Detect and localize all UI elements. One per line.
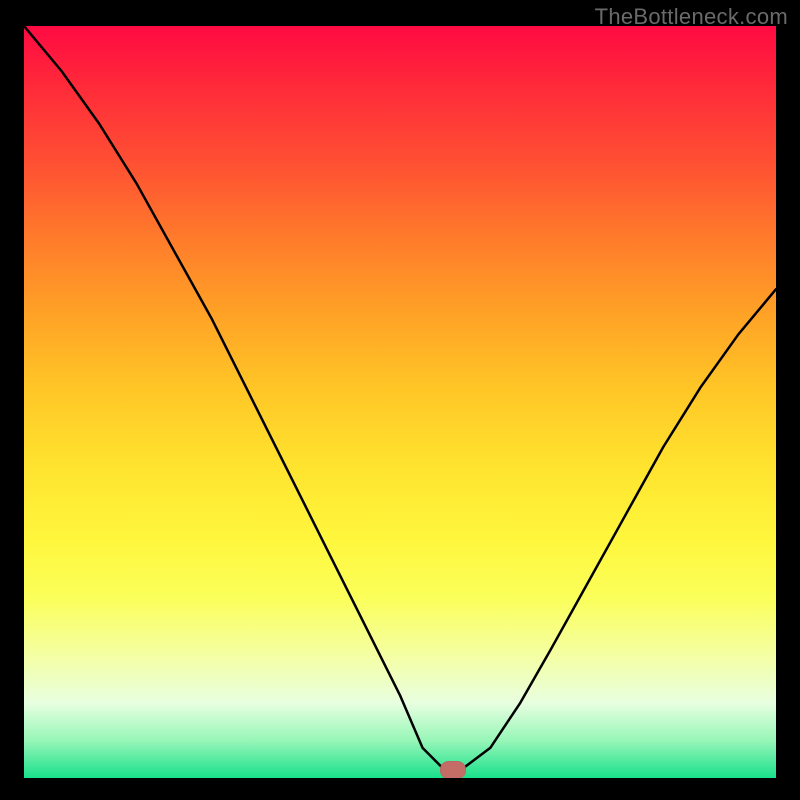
plot-area: [24, 26, 776, 778]
curve-svg: [24, 26, 776, 778]
bottleneck-curve-path: [24, 26, 776, 770]
optimum-marker: [440, 761, 466, 778]
chart-stage: TheBottleneck.com: [0, 0, 800, 800]
watermark-text: TheBottleneck.com: [595, 4, 788, 30]
